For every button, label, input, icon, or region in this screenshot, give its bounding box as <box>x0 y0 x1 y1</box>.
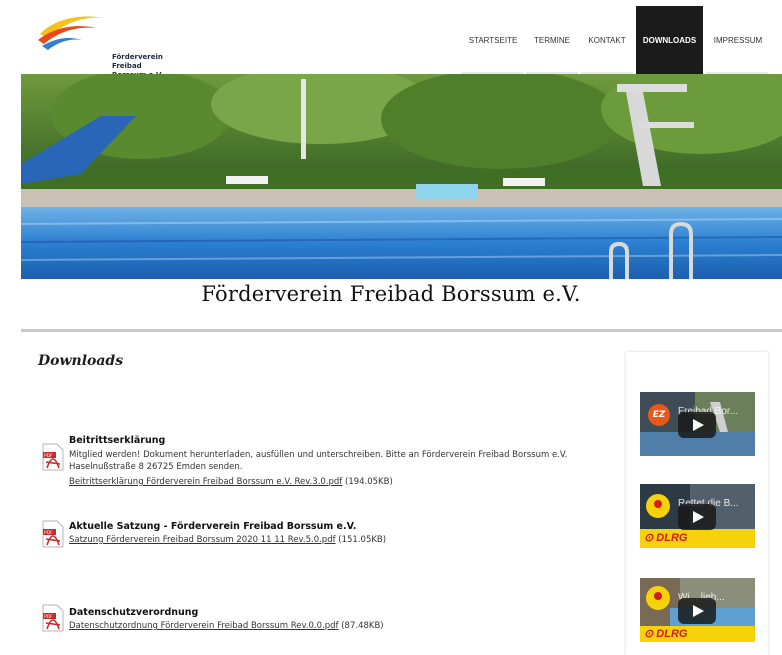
site-header: Förderverein Freibad Borssum e.V. STARTS… <box>0 0 782 79</box>
svg-text:PDF: PDF <box>44 453 53 459</box>
svg-text:PDF: PDF <box>44 530 53 536</box>
nav-impressum[interactable]: IMPRESSUM <box>708 6 768 74</box>
download-link-row: Datenschutzordnung Förderverein Freibad … <box>69 621 384 631</box>
page-title: Förderverein Freibad Borssum e.V. <box>201 282 581 306</box>
title-divider <box>21 329 782 332</box>
dlrg-logo: ⊙ DLRG <box>644 627 687 640</box>
play-button-icon[interactable] <box>678 504 716 530</box>
nav-startseite[interactable]: STARTSEITE <box>465 6 521 74</box>
play-button-icon[interactable] <box>678 598 716 624</box>
dlrg-logo: ⊙ DLRG <box>644 531 687 544</box>
svg-text:PDF: PDF <box>44 614 53 620</box>
dlrg-play-icon: ⊙ <box>644 532 654 544</box>
pdf-icon: PDF <box>41 603 65 633</box>
download-title: Beitrittserklärung <box>69 435 166 446</box>
logo[interactable]: Förderverein Freibad Borssum e.V. <box>36 12 166 79</box>
dlrg-play-icon: ⊙ <box>644 628 654 640</box>
logo-line-1: Förderverein <box>112 53 163 61</box>
downloads-heading: Downloads <box>38 353 124 369</box>
download-title: Aktuelle Satzung - Förderverein Freibad … <box>69 521 357 532</box>
download-description: Mitglied werden! Dokument herunterladen,… <box>69 450 568 472</box>
nav-termine[interactable]: TERMINE <box>529 6 575 74</box>
download-link-row: Beitrittserklärung Förderverein Freibad … <box>69 477 393 487</box>
file-size: (151.05KB) <box>338 535 387 545</box>
pdf-icon: PDF <box>41 442 65 472</box>
file-size: (194.05KB) <box>345 477 393 487</box>
swimming-pool-photo <box>21 74 782 279</box>
dlrg-brand: DLRG <box>656 532 688 544</box>
pdf-icon: PDF <box>41 519 65 549</box>
dlrg-brand: DLRG <box>656 628 688 640</box>
download-link[interactable]: Satzung Förderverein Freibad Borssum 202… <box>69 535 336 545</box>
download-title: Datenschutzverordnung <box>69 607 199 618</box>
hero-image <box>21 74 782 279</box>
video-thumbnail[interactable]: EZ Freibad Bor... <box>640 392 755 456</box>
download-link[interactable]: Datenschutzordnung Förderverein Freibad … <box>69 621 339 631</box>
video-thumbnail[interactable]: Rettet die B... ⊙ DLRG <box>640 484 755 548</box>
play-button-icon[interactable] <box>678 412 716 438</box>
file-size: (87.48KB) <box>341 621 384 631</box>
download-link-row: Satzung Förderverein Freibad Borssum 202… <box>69 535 386 545</box>
ez-logo: EZ <box>648 404 670 426</box>
video-sidebar: EZ Freibad Bor... Rettet die B... ⊙ DLRG… <box>626 352 768 655</box>
video-thumbnail[interactable]: Wi... lieb... ⊙ DLRG <box>640 578 755 642</box>
download-link[interactable]: Beitrittserklärung Förderverein Freibad … <box>69 477 342 487</box>
nav-kontakt[interactable]: KONTAKT <box>583 6 631 74</box>
nav-downloads[interactable]: DOWNLOADS <box>636 6 703 74</box>
